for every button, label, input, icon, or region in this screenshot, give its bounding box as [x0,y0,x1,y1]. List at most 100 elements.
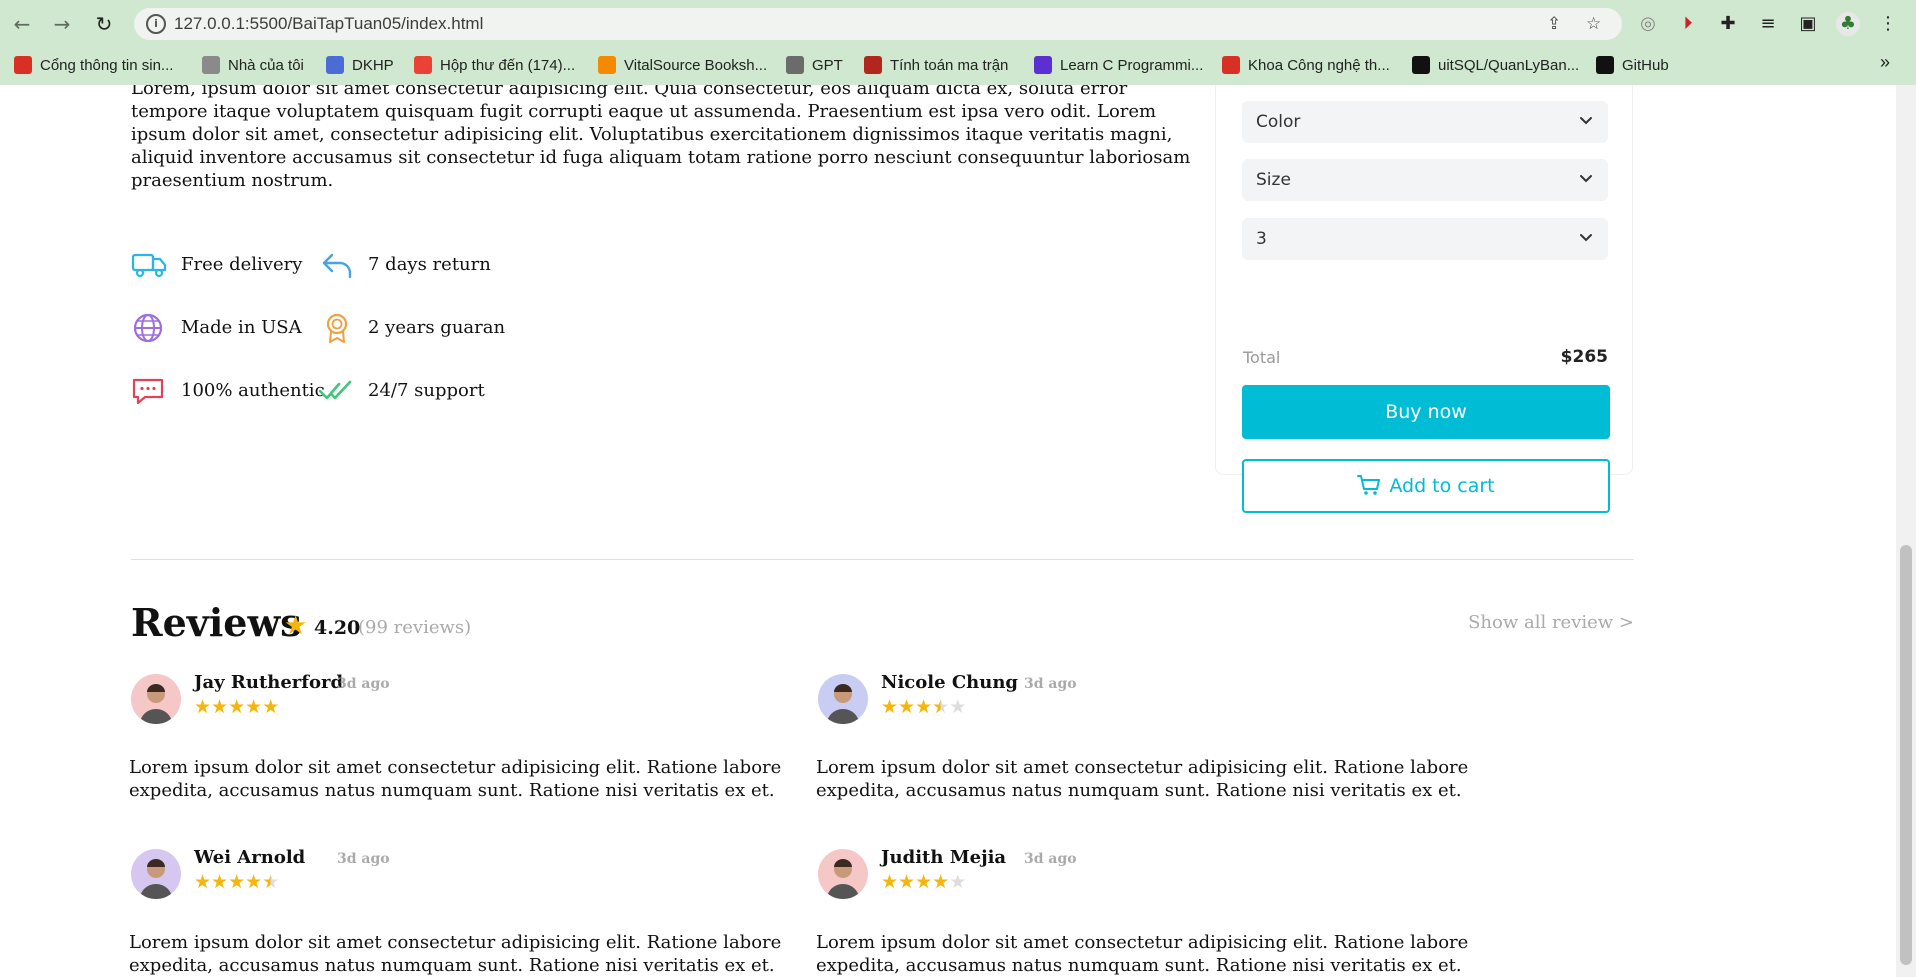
order-panel: Color Size 3 Total $265 Buy now Add to c… [1215,85,1633,513]
bookmark-item[interactable]: Tính toán ma trận [864,56,1008,74]
bookmarks-overflow-icon[interactable]: » [1880,52,1890,73]
review-stars: ★★★★★ [881,696,966,718]
forward-icon[interactable]: → [48,10,76,38]
extension-compass-icon[interactable]: ◎ [1636,12,1660,36]
menu-kebab-icon[interactable]: ⋮ [1876,12,1900,36]
bookmark-item[interactable]: Cổng thông tin sin... [14,56,173,74]
bookmark-item[interactable]: Learn C Programmi... [1034,56,1203,74]
show-all-reviews-link[interactable]: Show all review > [1468,612,1634,633]
reviewer-name: Nicole Chung [881,672,1018,693]
profile-avatar[interactable]: ♣ [1836,12,1860,36]
review-date: 3d ago [1024,676,1077,692]
star-filled-icon: ★ [915,871,933,893]
star-filled-icon: ★ [228,696,246,718]
browser-chrome: ← → ↻ i 127.0.0.1:5500/BaiTapTuan05/inde… [0,0,1916,85]
github-icon [1412,56,1430,74]
side-panel-icon[interactable]: ▣ [1796,12,1820,36]
color-select-value: Color [1256,112,1301,132]
chat-icon [132,378,164,405]
bookmarks-bar: Cổng thông tin sin... Nhà của tôi DKHP H… [0,48,1916,85]
cart-icon [1357,475,1381,495]
bookmark-favicon-icon [202,56,220,74]
total-value: $265 [1560,347,1608,367]
quantity-select-value: 3 [1256,229,1267,249]
truck-icon [131,253,167,278]
extensions-puzzle-icon[interactable]: ✚ [1716,12,1740,36]
bookmark-favicon-icon [326,56,344,74]
star-half-icon: ★ [262,871,280,893]
bookmark-star-icon[interactable]: ☆ [1586,14,1601,34]
star-empty-icon: ★ [949,871,967,893]
star-half-icon: ★ [932,696,950,718]
site-info-icon[interactable]: i [146,14,166,34]
bookmark-item[interactable]: Nhà của tôi [202,56,304,74]
extension-media-icon[interactable]: ⏵ [1676,12,1700,36]
globe-icon [133,313,163,343]
avatar [818,849,868,899]
vertical-scrollbar[interactable] [1896,85,1916,977]
review-date: 3d ago [1024,851,1077,867]
buy-now-button[interactable]: Buy now [1242,385,1610,439]
average-rating: 4.20 [314,617,361,639]
bookmark-item[interactable]: GPT [786,56,843,74]
person-icon [140,859,172,899]
openai-icon [786,56,804,74]
return-arrow-icon [322,253,352,279]
bookmark-item[interactable]: Khoa Công nghệ th... [1222,56,1390,74]
award-icon [326,313,348,343]
review-text: Lorem ipsum dolor sit amet consectetur a… [816,757,1469,801]
avatar [131,674,181,724]
media-queue-icon[interactable]: ≡ [1756,12,1780,36]
review-stars: ★★★★★ [194,696,279,718]
github-icon [1596,56,1614,74]
avatar [818,674,868,724]
review-date: 3d ago [337,851,390,867]
star-filled-icon: ★ [194,871,212,893]
reload-icon[interactable]: ↻ [90,10,118,38]
star-filled-icon: ★ [881,696,899,718]
share-icon[interactable]: ⇪ [1547,14,1561,34]
policy-label: 24/7 support [368,380,485,401]
person-icon [827,859,859,899]
star-filled-icon: ★ [194,696,212,718]
reviews-title: Reviews [131,600,302,645]
scrollbar-thumb[interactable] [1900,545,1912,965]
star-filled-icon: ★ [245,696,263,718]
policy-label: Made in USA [181,317,302,338]
add-to-cart-button[interactable]: Add to cart [1242,459,1610,513]
star-filled-icon: ★ [932,871,950,893]
double-check-icon [318,380,352,400]
add-to-cart-label: Add to cart [1389,475,1495,497]
section-divider [131,559,1634,560]
toolbar: ← → ↻ i 127.0.0.1:5500/BaiTapTuan05/inde… [0,0,1916,48]
star-filled-icon: ★ [211,871,229,893]
address-bar[interactable]: i 127.0.0.1:5500/BaiTapTuan05/index.html… [134,8,1622,40]
reviewer-name: Jay Rutherford [194,672,344,693]
page-content: Lorem, ipsum dolor sit amet consectetur … [0,85,1896,977]
bookmark-item[interactable]: Hộp thư đến (174)... [414,56,575,74]
bookmark-item[interactable]: GitHub [1596,56,1669,74]
review-text: Lorem ipsum dolor sit amet consectetur a… [129,757,782,801]
star-filled-icon: ★ [262,696,280,718]
back-icon[interactable]: ← [8,10,36,38]
bookmark-favicon-icon [598,56,616,74]
chevron-down-icon [1580,175,1592,183]
product-description: Lorem, ipsum dolor sit amet consectetur … [131,85,1191,191]
bookmark-item[interactable]: uitSQL/QuanLyBan... [1412,56,1579,74]
quantity-select[interactable]: 3 [1242,218,1608,260]
size-select[interactable]: Size [1242,159,1608,201]
chevron-down-icon [1580,234,1592,242]
bookmark-favicon-icon [1034,56,1052,74]
review-text: Lorem ipsum dolor sit amet consectetur a… [129,932,782,976]
review-count: (99 reviews) [358,617,472,638]
url-text[interactable]: 127.0.0.1:5500/BaiTapTuan05/index.html [174,14,483,34]
star-filled-icon: ★ [881,871,899,893]
color-select[interactable]: Color [1242,101,1608,143]
policy-label: Free delivery [181,254,303,275]
bookmark-item[interactable]: DKHP [326,56,394,74]
review-text: Lorem ipsum dolor sit amet consectetur a… [816,932,1469,976]
bookmark-item[interactable]: VitalSource Booksh... [598,56,767,74]
star-icon: ★ [284,611,308,641]
avatar [131,849,181,899]
policy-label: 2 years guaran [368,317,506,338]
